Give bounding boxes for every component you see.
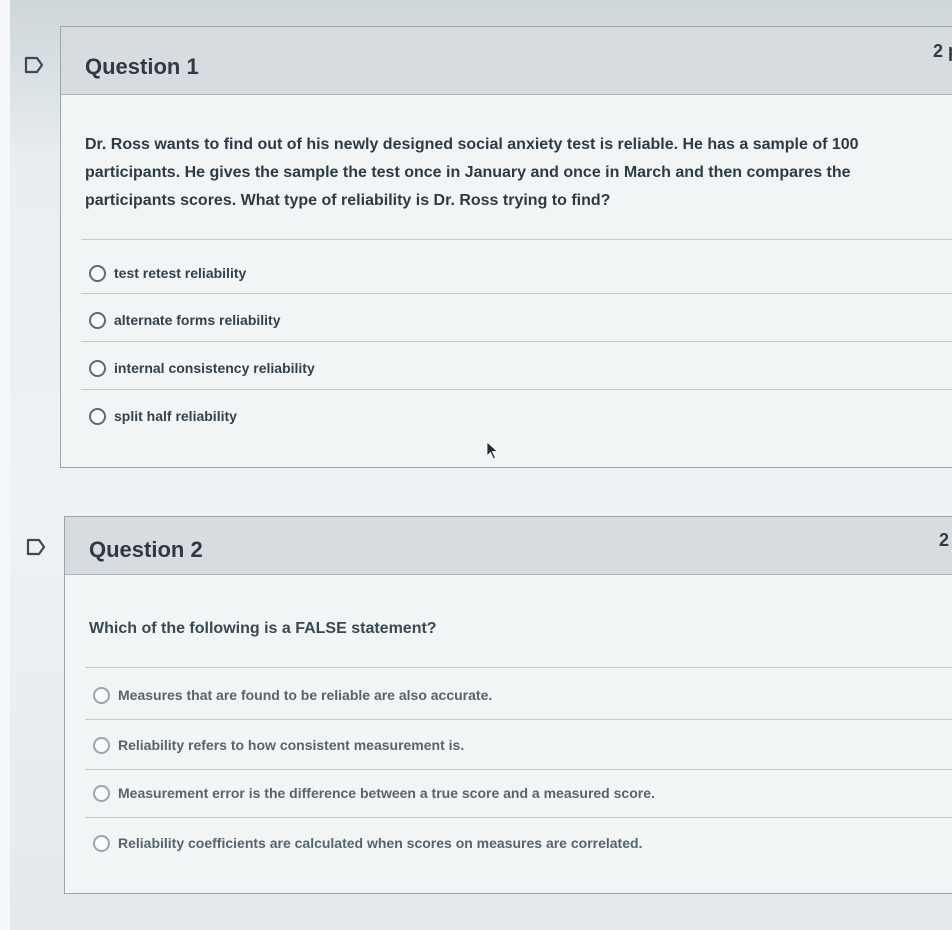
answer-label[interactable]: split half reliability <box>114 408 237 424</box>
answer-option[interactable]: Measures that are found to be reliable a… <box>93 683 492 707</box>
question-text: Dr. Ross wants to find out of his newly … <box>85 136 859 209</box>
question-card-1: Question 1 2 pt Dr. Ross wants to find o… <box>60 26 952 468</box>
radio-button[interactable] <box>93 736 110 754</box>
answer-option[interactable]: internal consistency reliability <box>89 356 315 380</box>
question-card-2: Question 2 2 p Which of the following is… <box>64 516 952 894</box>
answer-option[interactable]: split half reliability <box>89 404 237 428</box>
divider <box>85 719 952 720</box>
radio-button[interactable] <box>93 784 110 802</box>
answer-label[interactable]: test retest reliability <box>114 265 246 281</box>
question-points: 2 pt <box>932 41 952 61</box>
question-header: Question 1 2 pt <box>61 27 952 95</box>
question-header: Question 2 2 p <box>65 517 952 575</box>
radio-button[interactable] <box>89 311 106 329</box>
radio-button[interactable] <box>89 264 106 282</box>
divider <box>81 341 952 342</box>
answer-option[interactable]: test retest reliability <box>89 261 246 285</box>
answer-option[interactable]: alternate forms reliability <box>89 308 281 332</box>
radio-button[interactable] <box>89 407 106 425</box>
question-title: Question 2 <box>89 537 203 562</box>
answer-label[interactable]: Measures that are found to be reliable a… <box>118 687 492 703</box>
question-title: Question 1 <box>85 54 199 79</box>
answer-label[interactable]: Reliability coefficients are calculated … <box>118 835 642 851</box>
answer-label[interactable]: Measurement error is the difference betw… <box>118 785 655 801</box>
question-text: Which of the following is a FALSE statem… <box>89 620 437 637</box>
flag-question-icon[interactable] <box>26 538 46 556</box>
radio-button[interactable] <box>93 686 110 704</box>
question-points: 2 p <box>938 530 952 550</box>
divider <box>85 817 952 818</box>
answer-label[interactable]: Reliability refers to how consistent mea… <box>118 737 464 753</box>
radio-button[interactable] <box>93 834 110 852</box>
answer-option[interactable]: Measurement error is the difference betw… <box>93 781 655 805</box>
answer-label[interactable]: alternate forms reliability <box>114 312 281 328</box>
left-margin <box>0 0 10 930</box>
divider <box>85 769 952 770</box>
mouse-pointer-icon <box>486 441 500 466</box>
answer-label[interactable]: internal consistency reliability <box>114 360 315 376</box>
divider <box>81 239 952 240</box>
answer-option[interactable]: Reliability coefficients are calculated … <box>93 831 642 855</box>
divider <box>81 389 952 390</box>
divider <box>81 293 952 294</box>
answer-option[interactable]: Reliability refers to how consistent mea… <box>93 733 464 757</box>
divider <box>85 667 952 668</box>
radio-button[interactable] <box>89 359 106 377</box>
flag-question-icon[interactable] <box>24 56 44 74</box>
